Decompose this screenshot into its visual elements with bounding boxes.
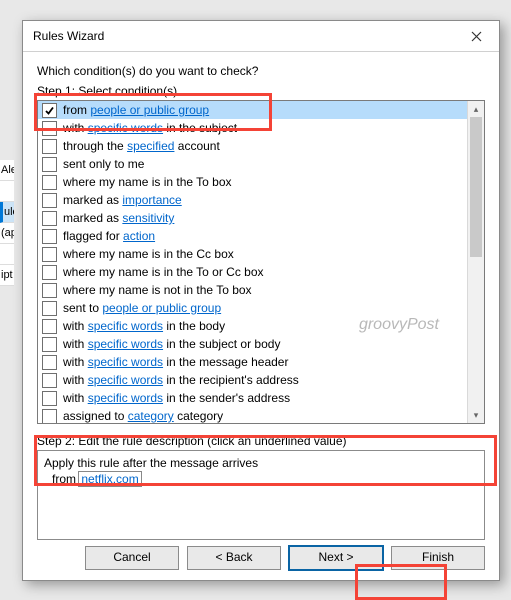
- rule-value-link[interactable]: netflix.com: [79, 472, 140, 486]
- condition-link[interactable]: importance: [122, 193, 181, 207]
- condition-link[interactable]: specific words: [88, 391, 163, 405]
- condition-checkbox[interactable]: [42, 391, 57, 406]
- titlebar: Rules Wizard: [23, 21, 499, 52]
- condition-text: marked as importance: [63, 193, 182, 207]
- condition-checkbox[interactable]: [42, 157, 57, 172]
- condition-text: marked as sensitivity: [63, 211, 174, 225]
- condition-checkbox[interactable]: [42, 373, 57, 388]
- scrollbar[interactable]: ▴ ▾: [467, 101, 484, 423]
- sidebar-item: [0, 244, 14, 265]
- close-button[interactable]: [457, 22, 495, 50]
- rule-description-box[interactable]: Apply this rule after the message arrive…: [37, 450, 485, 540]
- condition-link[interactable]: specific words: [88, 337, 163, 351]
- condition-row[interactable]: flagged for action: [38, 227, 468, 245]
- condition-row[interactable]: sent to people or public group: [38, 299, 468, 317]
- conditions-list[interactable]: from people or public group with specific…: [38, 101, 468, 423]
- dialog-title: Rules Wizard: [33, 29, 457, 43]
- condition-row[interactable]: with specific words in the body: [38, 317, 468, 335]
- condition-link[interactable]: people or public group: [90, 103, 209, 117]
- finish-button[interactable]: Finish: [391, 546, 485, 570]
- condition-link[interactable]: category: [128, 409, 174, 423]
- condition-checkbox[interactable]: [42, 103, 57, 118]
- condition-link[interactable]: specified: [127, 139, 174, 153]
- sidebar-item-ipt[interactable]: ipt: [0, 265, 14, 286]
- button-row: Cancel < Back Next > Finish: [23, 546, 499, 570]
- condition-text: through the specified account: [63, 139, 220, 153]
- condition-text: with specific words in the recipient's a…: [63, 373, 299, 387]
- condition-row[interactable]: where my name is in the To or Cc box: [38, 263, 468, 281]
- condition-link[interactable]: specific words: [88, 373, 163, 387]
- condition-checkbox[interactable]: [42, 409, 57, 424]
- condition-link[interactable]: specific words: [88, 319, 163, 333]
- condition-checkbox[interactable]: [42, 301, 57, 316]
- condition-checkbox[interactable]: [42, 193, 57, 208]
- sidebar-item-alerts[interactable]: Ale: [0, 160, 14, 181]
- condition-checkbox[interactable]: [42, 139, 57, 154]
- condition-link[interactable]: specific words: [88, 355, 163, 369]
- condition-text: where my name is in the To or Cc box: [63, 265, 264, 279]
- condition-checkbox[interactable]: [42, 247, 57, 262]
- sidebar-item: [0, 181, 14, 202]
- condition-row[interactable]: marked as importance: [38, 191, 468, 209]
- condition-text: with specific words in the sender's addr…: [63, 391, 290, 405]
- step2-label: Step 2: Edit the rule description (click…: [37, 434, 485, 448]
- condition-row[interactable]: where my name is not in the To box: [38, 281, 468, 299]
- condition-row[interactable]: assigned to category category: [38, 407, 468, 423]
- condition-text: from people or public group: [63, 103, 209, 117]
- condition-checkbox[interactable]: [42, 337, 57, 352]
- condition-row[interactable]: where my name is in the Cc box: [38, 245, 468, 263]
- condition-row[interactable]: with specific words in the message heade…: [38, 353, 468, 371]
- condition-link[interactable]: people or public group: [102, 301, 221, 315]
- condition-row[interactable]: with specific words in the sender's addr…: [38, 389, 468, 407]
- condition-text: where my name is not in the To box: [63, 283, 252, 297]
- condition-text: sent only to me: [63, 157, 144, 171]
- condition-row[interactable]: with specific words in the subject: [38, 119, 468, 137]
- condition-checkbox[interactable]: [42, 175, 57, 190]
- condition-text: where my name is in the To box: [63, 175, 232, 189]
- condition-row[interactable]: with specific words in the subject or bo…: [38, 335, 468, 353]
- rule-description-line2: from netflix.com: [52, 471, 478, 487]
- condition-checkbox[interactable]: [42, 265, 57, 280]
- prompt-text: Which condition(s) do you want to check?: [37, 64, 485, 78]
- rules-wizard-dialog: Rules Wizard Which condition(s) do you w…: [22, 20, 500, 581]
- condition-row[interactable]: through the specified account: [38, 137, 468, 155]
- sidebar-item-apply[interactable]: (ap: [0, 223, 14, 244]
- back-button[interactable]: < Back: [187, 546, 281, 570]
- condition-text: with specific words in the message heade…: [63, 355, 288, 369]
- next-button[interactable]: Next >: [289, 546, 383, 570]
- condition-text: where my name is in the Cc box: [63, 247, 234, 261]
- condition-link[interactable]: action: [123, 229, 155, 243]
- condition-link[interactable]: specific words: [88, 121, 163, 135]
- scroll-down-button[interactable]: ▾: [468, 407, 484, 423]
- close-icon: [471, 31, 482, 42]
- condition-checkbox[interactable]: [42, 211, 57, 226]
- scroll-up-button[interactable]: ▴: [468, 101, 484, 117]
- rule-description-line1: Apply this rule after the message arrive…: [44, 455, 478, 471]
- condition-text: with specific words in the subject: [63, 121, 237, 135]
- condition-checkbox[interactable]: [42, 319, 57, 334]
- cancel-button[interactable]: Cancel: [85, 546, 179, 570]
- condition-text: with specific words in the body: [63, 319, 225, 333]
- condition-checkbox[interactable]: [42, 283, 57, 298]
- condition-row[interactable]: with specific words in the recipient's a…: [38, 371, 468, 389]
- condition-checkbox[interactable]: [42, 229, 57, 244]
- scroll-thumb[interactable]: [470, 117, 482, 257]
- condition-checkbox[interactable]: [42, 355, 57, 370]
- condition-row[interactable]: from people or public group: [38, 101, 468, 119]
- condition-text: with specific words in the subject or bo…: [63, 337, 280, 351]
- sidebar-item-rules[interactable]: ule: [0, 202, 14, 223]
- conditions-listbox: from people or public group with specific…: [37, 100, 485, 424]
- condition-link[interactable]: sensitivity: [122, 211, 174, 225]
- condition-checkbox[interactable]: [42, 121, 57, 136]
- condition-row[interactable]: where my name is in the To box: [38, 173, 468, 191]
- condition-text: sent to people or public group: [63, 301, 221, 315]
- condition-text: assigned to category category: [63, 409, 223, 423]
- step1-label: Step 1: Select condition(s): [37, 84, 485, 98]
- condition-row[interactable]: marked as sensitivity: [38, 209, 468, 227]
- condition-text: flagged for action: [63, 229, 155, 243]
- condition-row[interactable]: sent only to me: [38, 155, 468, 173]
